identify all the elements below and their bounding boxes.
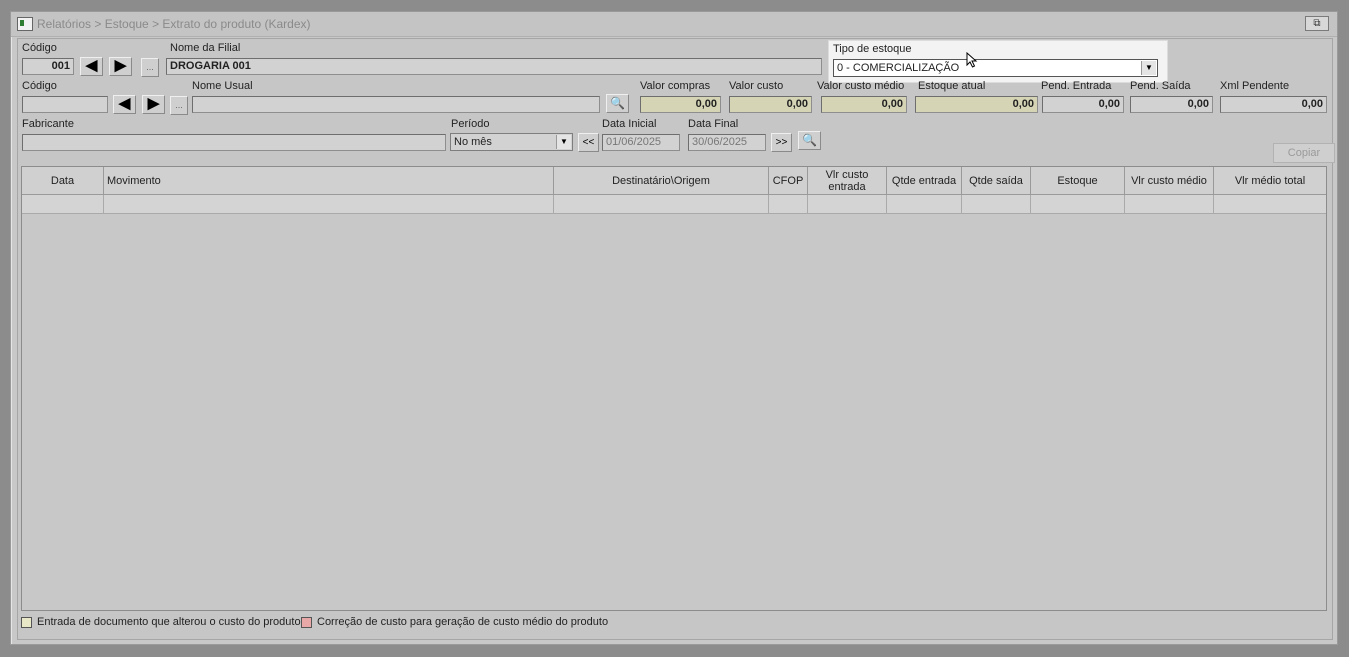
table-cell[interactable] — [1214, 195, 1326, 214]
tipo-estoque-value: 0 - COMERCIALIZAÇÃO — [837, 62, 960, 74]
periodo-label: Período — [451, 118, 490, 130]
col-qtde-saida[interactable]: Qtde saída — [962, 167, 1031, 195]
chevron-down-icon[interactable]: ▼ — [556, 135, 571, 149]
col-movimento[interactable]: Movimento — [104, 167, 554, 195]
col-destinatario-origem[interactable]: Destinatário\Origem — [554, 167, 769, 195]
form-panel: Código 001 ◀ ▶ ... Nome da Filial DROGAR… — [17, 38, 1335, 640]
col-vlr-custo-entrada[interactable]: Vlr custo entrada — [808, 167, 887, 195]
valor-custo-medio-label: Valor custo médio — [817, 80, 905, 92]
title-bar: Relatórios > Estoque > Extrato do produt… — [11, 12, 1337, 37]
filial-codigo-label: Código — [22, 42, 57, 54]
xml-pendente-field: 0,00 — [1220, 96, 1327, 113]
xml-pendente-label: Xml Pendente — [1220, 80, 1290, 92]
legend-swatch — [301, 616, 312, 628]
chevron-down-icon[interactable]: ▼ — [1141, 61, 1156, 75]
table-cell[interactable] — [887, 195, 962, 214]
col-vlr-custo-medio[interactable]: Vlr custo médio — [1125, 167, 1214, 195]
fabricante-field[interactable] — [22, 134, 446, 151]
table-cell[interactable] — [808, 195, 887, 214]
filial-nome-label: Nome da Filial — [170, 42, 241, 54]
tipo-estoque-label: Tipo de estoque — [833, 43, 912, 55]
col-qtde-entrada[interactable]: Qtde entrada — [887, 167, 962, 195]
valor-compras-label: Valor compras — [640, 80, 711, 92]
search-icon: 🔍 — [802, 133, 817, 147]
valor-custo-field: 0,00 — [729, 96, 812, 113]
valor-compras-field: 0,00 — [640, 96, 721, 113]
legend-label: Entrada de documento que alterou o custo… — [37, 616, 301, 628]
produto-codigo-label: Código — [22, 80, 57, 92]
table-cell[interactable] — [962, 195, 1031, 214]
periodo-prev-button[interactable]: << — [578, 133, 599, 152]
nome-usual-field[interactable] — [192, 96, 600, 113]
filial-next-button[interactable]: ▶ — [109, 57, 132, 76]
mouse-cursor-icon — [966, 52, 978, 68]
filial-more-button[interactable]: ... — [141, 58, 159, 77]
produto-search-button[interactable]: 🔍 — [606, 94, 629, 113]
kardex-window: Relatórios > Estoque > Extrato do produt… — [10, 11, 1338, 645]
periodo-value: No mês — [454, 136, 492, 148]
filial-prev-button[interactable]: ◀ — [80, 57, 103, 76]
table-cell[interactable] — [22, 195, 104, 214]
valor-custo-label: Valor custo — [729, 80, 784, 92]
table-cell[interactable] — [104, 195, 554, 214]
produto-next-button[interactable]: ▶ — [142, 95, 165, 114]
filial-codigo-field[interactable]: 001 — [22, 58, 74, 75]
kardex-table: Data Movimento Destinatário\Origem CFOP … — [21, 166, 1327, 611]
filial-nome-field[interactable]: DROGARIA 001 — [166, 58, 822, 75]
valor-custo-medio-field: 0,00 — [821, 96, 907, 113]
table-cell[interactable] — [554, 195, 769, 214]
app-icon — [17, 17, 33, 31]
estoque-atual-field: 0,00 — [915, 96, 1038, 113]
pend-entrada-field: 0,00 — [1042, 96, 1124, 113]
table-header: Data Movimento Destinatário\Origem CFOP … — [22, 167, 1326, 195]
nome-usual-label: Nome Usual — [192, 80, 253, 92]
periodo-next-button[interactable]: >> — [771, 133, 792, 152]
data-final-label: Data Final — [688, 118, 739, 130]
data-inicial-label: Data Inicial — [602, 118, 657, 130]
table-cell[interactable] — [1125, 195, 1214, 214]
arrow-left-icon: ◀ — [118, 95, 131, 112]
arrow-right-icon: ▶ — [147, 95, 160, 112]
fabricante-label: Fabricante — [22, 118, 74, 130]
tipo-estoque-select[interactable]: 0 - COMERCIALIZAÇÃO ▼ — [833, 59, 1158, 77]
col-estoque[interactable]: Estoque — [1031, 167, 1125, 195]
col-data[interactable]: Data — [22, 167, 104, 195]
legend-item-cost-entry: Entrada de documento que alterou o custo… — [21, 616, 301, 628]
legend-item-cost-correction: Correção de custo para geração de custo … — [301, 616, 608, 628]
produto-more-button[interactable]: ... — [170, 96, 188, 115]
estoque-atual-label: Estoque atual — [918, 80, 986, 92]
legend-label: Correção de custo para geração de custo … — [317, 616, 609, 628]
data-final-field[interactable]: 30/06/2025 — [688, 134, 766, 151]
data-inicial-field[interactable]: 01/06/2025 — [602, 134, 680, 151]
col-cfop[interactable]: CFOP — [769, 167, 808, 195]
table-row[interactable] — [22, 195, 1326, 214]
produto-prev-button[interactable]: ◀ — [113, 95, 136, 114]
restore-button[interactable]: ⧉ — [1305, 16, 1329, 31]
arrow-left-icon: ◀ — [85, 57, 98, 74]
tipo-estoque-panel: Tipo de estoque 0 - COMERCIALIZAÇÃO ▼ — [828, 40, 1168, 83]
table-cell[interactable] — [1031, 195, 1125, 214]
legend-swatch — [21, 616, 32, 628]
copiar-button[interactable]: Copiar — [1273, 143, 1335, 163]
search-button[interactable]: 🔍 — [798, 131, 821, 150]
table-cell[interactable] — [769, 195, 808, 214]
window-title: Relatórios > Estoque > Extrato do produt… — [37, 17, 311, 31]
produto-codigo-field[interactable] — [22, 96, 108, 113]
pend-saida-label: Pend. Saída — [1130, 80, 1191, 92]
col-vlr-medio-total[interactable]: Vlr médio total — [1214, 167, 1326, 195]
pend-saida-field: 0,00 — [1130, 96, 1213, 113]
search-icon: 🔍 — [610, 96, 625, 110]
pend-entrada-label: Pend. Entrada — [1041, 80, 1112, 92]
arrow-right-icon: ▶ — [114, 57, 127, 74]
periodo-select[interactable]: No mês ▼ — [450, 133, 573, 151]
